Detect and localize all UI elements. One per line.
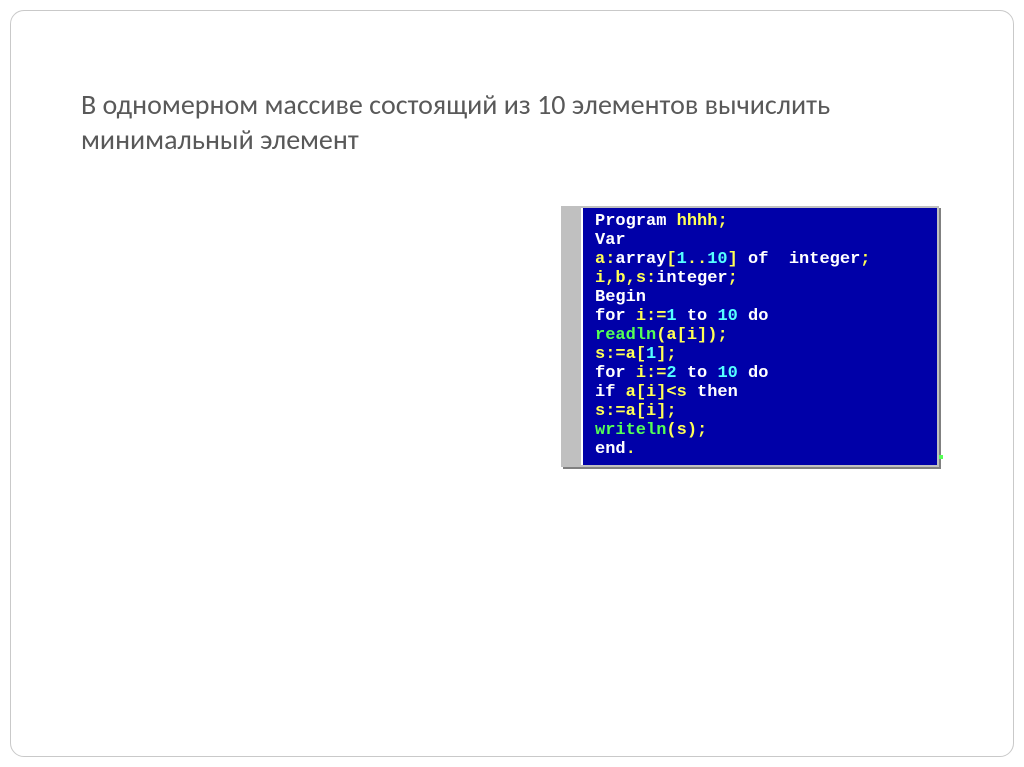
colon: :	[605, 250, 615, 269]
var-s: s	[595, 345, 605, 364]
var-a: a	[626, 383, 636, 402]
semicolon: ;	[717, 212, 727, 231]
program-name: hhhh	[677, 212, 718, 231]
num-2: 2	[666, 364, 676, 383]
num-10: 10	[717, 364, 737, 383]
comma: ,	[605, 269, 615, 288]
var-a: a	[626, 345, 636, 364]
var-a: a	[666, 326, 676, 345]
keyword-for: for	[595, 364, 626, 383]
comma: ,	[626, 269, 636, 288]
keyword-to: to	[687, 307, 707, 326]
var-i: i	[595, 269, 605, 288]
var-a: a	[595, 250, 605, 269]
slide-title: В одномерном массиве состоящий из 10 эле…	[81, 87, 943, 157]
semicolon: ;	[697, 421, 707, 440]
assign: :=	[646, 307, 666, 326]
scrollbar-tick-icon	[939, 455, 943, 459]
assign: :=	[605, 345, 625, 364]
var-b: b	[615, 269, 625, 288]
var-s: s	[595, 402, 605, 421]
var-i: i	[636, 364, 646, 383]
lparen: (	[656, 326, 666, 345]
semicolon: ;	[666, 402, 676, 421]
period: .	[626, 440, 636, 459]
num-10: 10	[717, 307, 737, 326]
rparen: )	[687, 421, 697, 440]
lt: <	[666, 383, 676, 402]
keyword-then: then	[697, 383, 738, 402]
rbracket: ]	[656, 383, 666, 402]
keyword-do: do	[748, 364, 768, 383]
keyword-array: array	[615, 250, 666, 269]
lbracket: [	[636, 345, 646, 364]
keyword-of: of	[748, 250, 768, 269]
lbracket: [	[636, 383, 646, 402]
var-i: i	[646, 402, 656, 421]
var-i: i	[687, 326, 697, 345]
keyword-var: Var	[595, 231, 626, 250]
fn-writeln: writeln	[595, 421, 666, 440]
keyword-to: to	[687, 364, 707, 383]
lparen: (	[666, 421, 676, 440]
title-line-1: В одномерном массиве состоящий из 10 эле…	[81, 87, 830, 122]
semicolon: ;	[666, 345, 676, 364]
rparen: )	[707, 326, 717, 345]
code-body: Program hhhh; Var a:array[1..10] of inte…	[591, 208, 937, 465]
keyword-if: if	[595, 383, 615, 402]
var-a: a	[626, 402, 636, 421]
keyword-begin: Begin	[595, 288, 646, 307]
code-editor-window: Program hhhh; Var a:array[1..10] of inte…	[561, 206, 939, 467]
keyword-integer: integer	[789, 250, 860, 269]
semicolon: ;	[728, 269, 738, 288]
keyword-for: for	[595, 307, 626, 326]
semicolon: ;	[860, 250, 870, 269]
code-gutter	[563, 208, 583, 465]
num-1: 1	[666, 307, 676, 326]
lbracket: [	[636, 402, 646, 421]
lbracket: [	[677, 326, 687, 345]
assign: :=	[646, 364, 666, 383]
var-s: s	[636, 269, 646, 288]
rbracket: ]	[656, 345, 666, 364]
var-s: s	[677, 383, 687, 402]
lbracket: [	[666, 250, 676, 269]
keyword-integer: integer	[656, 269, 727, 288]
num-1: 1	[677, 250, 687, 269]
assign: :=	[605, 402, 625, 421]
rbracket: ]	[728, 250, 738, 269]
title-line-2: минимальный элемент	[81, 122, 359, 157]
rbracket: ]	[656, 402, 666, 421]
num-1: 1	[646, 345, 656, 364]
fn-readln: readln	[595, 326, 656, 345]
keyword-do: do	[748, 307, 768, 326]
slide-frame: В одномерном массиве состоящий из 10 эле…	[10, 10, 1014, 757]
code-inner-gutter	[583, 208, 591, 465]
colon: :	[646, 269, 656, 288]
num-10: 10	[707, 250, 727, 269]
semicolon: ;	[717, 326, 727, 345]
rbracket: ]	[697, 326, 707, 345]
var-i: i	[646, 383, 656, 402]
var-s: s	[677, 421, 687, 440]
range: ..	[687, 250, 707, 269]
keyword-end: end	[595, 440, 626, 459]
keyword-program: Program	[595, 212, 666, 231]
var-i: i	[636, 307, 646, 326]
